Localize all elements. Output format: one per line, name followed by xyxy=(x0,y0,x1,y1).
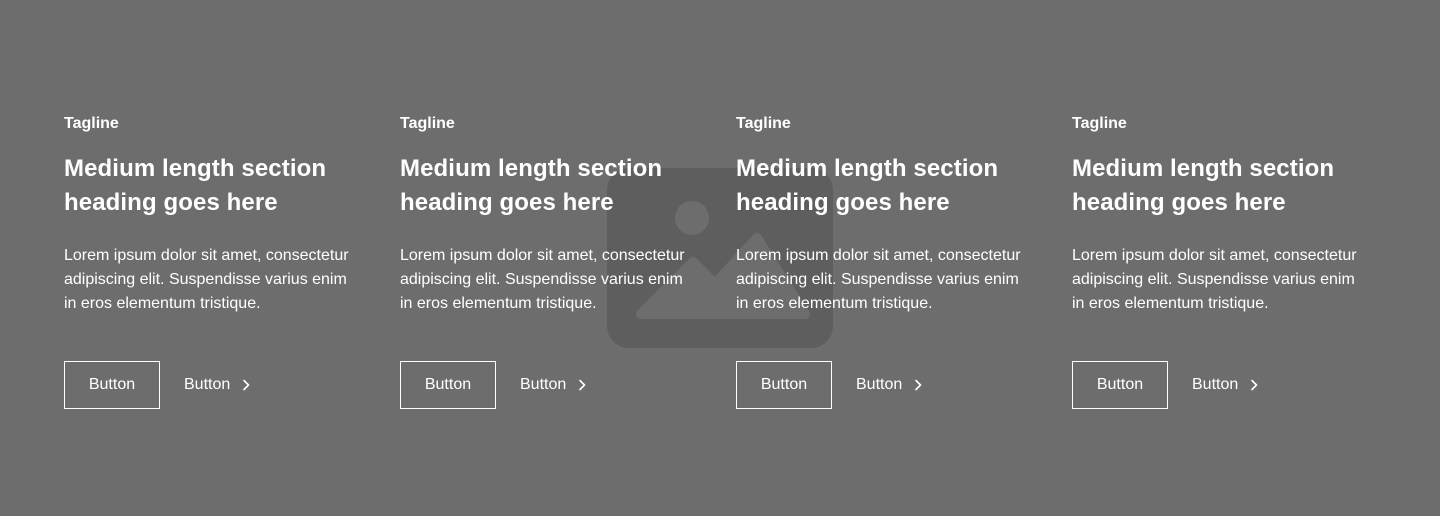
feature-card: Tagline Medium length section heading go… xyxy=(1072,112,1360,409)
feature-card: Tagline Medium length section heading go… xyxy=(400,112,688,409)
secondary-button-label: Button xyxy=(856,376,903,393)
secondary-link-button[interactable]: Button xyxy=(520,361,590,409)
tagline: Tagline xyxy=(64,115,119,132)
feature-card: Tagline Medium length section heading go… xyxy=(64,112,352,409)
chevron-right-icon xyxy=(238,377,254,393)
body-text: Lorem ipsum dolor sit amet, consectetur … xyxy=(64,247,349,312)
primary-button[interactable]: Button xyxy=(1072,361,1168,409)
tagline: Tagline xyxy=(400,115,455,132)
primary-button[interactable]: Button xyxy=(400,361,496,409)
section-heading: Medium length section heading goes here xyxy=(64,155,327,216)
card-actions: Button Button xyxy=(736,361,1024,409)
card-actions: Button Button xyxy=(400,361,688,409)
secondary-button-label: Button xyxy=(184,376,231,393)
body-text: Lorem ipsum dolor sit amet, consectetur … xyxy=(400,247,685,312)
body-text: Lorem ipsum dolor sit amet, consectetur … xyxy=(1072,247,1357,312)
chevron-right-icon xyxy=(910,377,926,393)
tagline: Tagline xyxy=(736,115,791,132)
secondary-button-label: Button xyxy=(1192,376,1239,393)
primary-button[interactable]: Button xyxy=(64,361,160,409)
secondary-link-button[interactable]: Button xyxy=(184,361,254,409)
feature-card: Tagline Medium length section heading go… xyxy=(736,112,1024,409)
chevron-right-icon xyxy=(1246,377,1262,393)
body-text: Lorem ipsum dolor sit amet, consectetur … xyxy=(736,247,1021,312)
tagline: Tagline xyxy=(1072,115,1127,132)
secondary-button-label: Button xyxy=(520,376,567,393)
feature-section: Tagline Medium length section heading go… xyxy=(64,112,1376,409)
section-heading: Medium length section heading goes here xyxy=(400,155,663,216)
section-heading: Medium length section heading goes here xyxy=(1072,155,1335,216)
card-actions: Button Button xyxy=(1072,361,1360,409)
chevron-right-icon xyxy=(574,377,590,393)
card-actions: Button Button xyxy=(64,361,352,409)
secondary-link-button[interactable]: Button xyxy=(856,361,926,409)
primary-button[interactable]: Button xyxy=(736,361,832,409)
secondary-link-button[interactable]: Button xyxy=(1192,361,1262,409)
section-heading: Medium length section heading goes here xyxy=(736,155,999,216)
